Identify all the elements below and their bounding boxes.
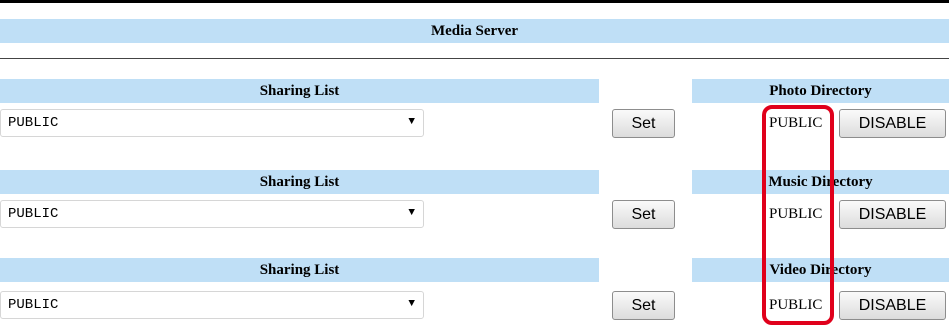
section-title: Media Server [0, 19, 949, 43]
video-disable-button[interactable]: DISABLE [839, 291, 946, 320]
sharing-list-header: Sharing List [0, 258, 599, 282]
photo-disable-button[interactable]: DISABLE [839, 109, 946, 138]
photo-set-button[interactable]: Set [612, 109, 675, 138]
music-directory-header: Music Directory [692, 170, 949, 194]
music-set-button[interactable]: Set [612, 200, 675, 229]
sharing-list-header: Sharing List [0, 79, 599, 103]
photo-sharing-select[interactable]: PUBLIC ▼ [0, 109, 424, 137]
photo-directory-header: Photo Directory [692, 79, 949, 103]
video-directory-header: Video Directory [692, 258, 949, 282]
chevron-down-icon: ▼ [408, 116, 415, 128]
select-value: PUBLIC [8, 297, 59, 313]
music-directory-value: PUBLIC [769, 206, 823, 222]
video-directory-value: PUBLIC [769, 297, 823, 313]
select-value: PUBLIC [8, 115, 59, 131]
chevron-down-icon: ▼ [408, 207, 415, 219]
top-divider [0, 0, 949, 3]
video-sharing-select[interactable]: PUBLIC ▼ [0, 291, 424, 319]
music-disable-button[interactable]: DISABLE [839, 200, 946, 229]
select-value: PUBLIC [8, 206, 59, 222]
section-divider [0, 58, 949, 59]
music-sharing-select[interactable]: PUBLIC ▼ [0, 200, 424, 228]
photo-directory-value: PUBLIC [769, 115, 823, 131]
video-set-button[interactable]: Set [612, 291, 675, 320]
sharing-list-header: Sharing List [0, 170, 599, 194]
chevron-down-icon: ▼ [408, 298, 415, 310]
